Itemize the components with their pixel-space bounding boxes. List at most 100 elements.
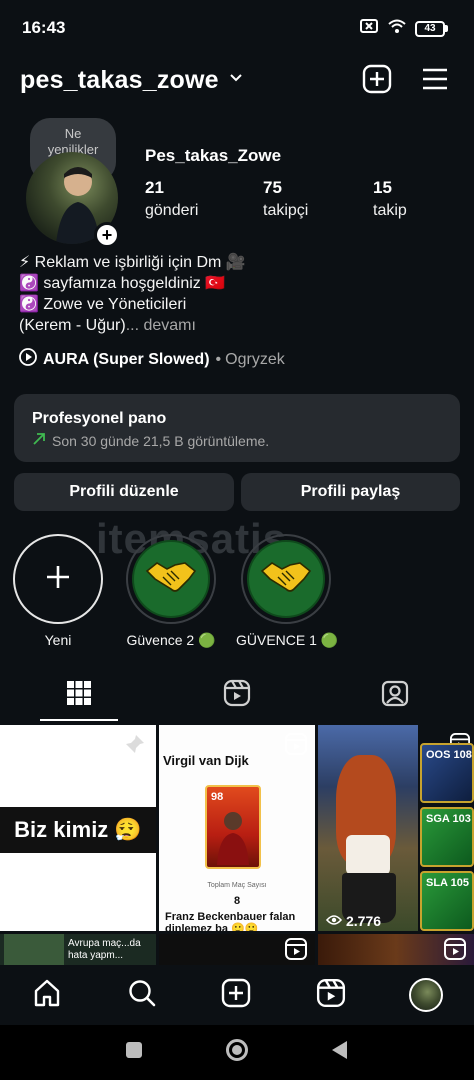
- card-label: SLA 105: [426, 877, 470, 889]
- bottom-navigation: [0, 965, 474, 1025]
- highlight-cover: [247, 540, 325, 618]
- menu-button[interactable]: [418, 64, 452, 98]
- stat-value: 75: [263, 178, 282, 197]
- bio-more-link[interactable]: ... devamı: [126, 317, 196, 334]
- post-thumbnail[interactable]: 2.776: [318, 725, 418, 931]
- highlight-guvence-1[interactable]: GÜVENCE 1 🟢: [236, 534, 339, 649]
- create-button[interactable]: [360, 64, 394, 98]
- tab-grid[interactable]: [0, 668, 158, 722]
- music-artist: Ogryzek: [225, 350, 285, 368]
- grid-icon: [66, 680, 92, 711]
- active-tab-indicator: [40, 719, 118, 721]
- add-story-button[interactable]: +: [94, 222, 120, 248]
- post-thumbnail[interactable]: [318, 934, 474, 965]
- post-caption: Franz Beckenbauer falan dinlemez ba 🙂🙂: [165, 911, 296, 931]
- highlight-circle: [126, 534, 216, 624]
- trend-up-icon: [32, 432, 46, 449]
- plus-icon: [44, 563, 72, 596]
- sim-off-icon: [359, 18, 379, 39]
- bio-line: ☯️ Zowe ve Yöneticileri: [19, 296, 187, 313]
- post-stat-label: Toplam Maç Sayısı: [207, 882, 267, 889]
- stat-label: takip: [373, 202, 407, 219]
- back-triangle-icon: [329, 1039, 349, 1066]
- music-title: AURA (Super Slowed): [43, 350, 210, 368]
- home-button[interactable]: [224, 1038, 250, 1067]
- tagged-icon: [381, 679, 409, 712]
- player-card: SGA 103: [420, 807, 474, 867]
- post-thumbnail[interactable]: Avrupa maç...da hata yapm...: [0, 934, 156, 965]
- highlight-circle: [241, 534, 331, 624]
- nav-profile[interactable]: [408, 977, 444, 1013]
- square-icon: [124, 1040, 144, 1065]
- card-label: SGA 103: [426, 813, 471, 825]
- circle-icon: [225, 1038, 249, 1067]
- system-navigation: [0, 1025, 474, 1080]
- nav-home[interactable]: [29, 977, 65, 1013]
- view-count-value: 2.776: [346, 913, 382, 929]
- wifi-icon: [387, 18, 407, 39]
- nav-reels[interactable]: [313, 977, 349, 1013]
- nav-create[interactable]: [218, 977, 254, 1013]
- pin-icon: [124, 733, 146, 760]
- share-profile-button[interactable]: Profili paylaş: [241, 473, 460, 511]
- player-card: SLA 105: [420, 871, 474, 931]
- plus-square-icon: [221, 978, 251, 1013]
- player-card: 98: [205, 785, 261, 869]
- dashboard-subtitle: Son 30 günde 21,5 B görüntüleme.: [32, 432, 269, 449]
- highlight-guvence-2[interactable]: Güvence 2 🟢: [125, 534, 217, 649]
- post-thumbnail[interactable]: [159, 934, 315, 965]
- post-player-name: Virgil van Dijk: [163, 753, 249, 768]
- status-icons: 43: [359, 18, 448, 39]
- post-caption: Biz kimiz 😮‍💨: [0, 807, 156, 853]
- highlight-cover: [132, 540, 210, 618]
- professional-dashboard[interactable]: Profesyonel pano Son 30 günde 21,5 B gör…: [14, 394, 460, 462]
- followers-count[interactable]: 75 takipçi: [263, 178, 308, 220]
- handshake-icon: [145, 559, 197, 600]
- view-count: 2.776: [325, 913, 382, 929]
- dashboard-views: Son 30 günde 21,5 B görüntüleme.: [52, 432, 270, 449]
- bio-line: (Kerem - Uğur)... devamı: [19, 315, 459, 336]
- status-bar: 16:43 43: [0, 0, 474, 56]
- recents-button[interactable]: [121, 1039, 147, 1065]
- bio: ⚡ Reklam ve işbirliği için Dm 🎥 ☯️ sayfa…: [19, 252, 459, 336]
- tab-reels[interactable]: [158, 668, 316, 722]
- battery-icon: 43: [415, 20, 448, 37]
- bio-line: ⚡ Reklam ve işbirliği için Dm 🎥: [19, 254, 246, 271]
- tab-tagged[interactable]: [316, 668, 474, 722]
- posts-count[interactable]: 21 gönderi: [145, 178, 198, 220]
- profile-music[interactable]: AURA (Super Slowed) • Ogryzek: [19, 348, 285, 371]
- battery-level: 43: [415, 20, 445, 37]
- nav-search[interactable]: [124, 977, 160, 1013]
- post-thumbnail[interactable]: OOS 108 SGA 103 SLA 105: [418, 725, 474, 931]
- plus-square-icon: [362, 64, 392, 99]
- account-switcher[interactable]: pes_takas_zowe: [20, 66, 219, 95]
- highlight-new[interactable]: Yeni: [12, 534, 104, 648]
- post-thumbnail[interactable]: Virgil van Dijk 98 Toplam Maç Sayısı 8 F…: [159, 725, 315, 931]
- eye-icon: [325, 913, 343, 929]
- card-label: OOS 108: [426, 749, 472, 761]
- reel-icon: [444, 938, 466, 965]
- chevron-down-icon[interactable]: [228, 70, 244, 91]
- edit-profile-button[interactable]: Profili düzenle: [14, 473, 234, 511]
- highlight-label: GÜVENCE 1 🟢: [236, 632, 339, 648]
- stat-label: takipçi: [263, 202, 309, 219]
- post-stat-value: 8: [233, 895, 241, 907]
- highlight-label: Yeni: [44, 632, 72, 648]
- bio-line: ☯️ sayfamıza hoşgeldiniz 🇹🇷: [19, 275, 226, 292]
- post-grid: Biz kimiz 😮‍💨 Virgil van Dijk 98 Toplam …: [0, 725, 474, 965]
- highlight-circle: [13, 534, 103, 624]
- post-caption: Avrupa maç...da hata yapm...: [68, 938, 141, 961]
- dashboard-title: Profesyonel pano: [32, 410, 167, 427]
- play-icon: [19, 348, 37, 371]
- bio-line-text: (Kerem - Uğur): [19, 317, 126, 334]
- post-thumbnail[interactable]: Biz kimiz 😮‍💨: [0, 725, 156, 931]
- display-name: Pes_takas_Zowe: [145, 146, 282, 165]
- reel-icon: [285, 733, 307, 760]
- profile-avatar[interactable]: +: [26, 152, 120, 248]
- handshake-icon: [260, 559, 312, 600]
- hamburger-icon: [421, 67, 449, 96]
- status-time: 16:43: [22, 18, 66, 37]
- home-icon: [32, 978, 62, 1013]
- following-count[interactable]: 15 takip: [373, 178, 407, 220]
- back-button[interactable]: [326, 1039, 352, 1065]
